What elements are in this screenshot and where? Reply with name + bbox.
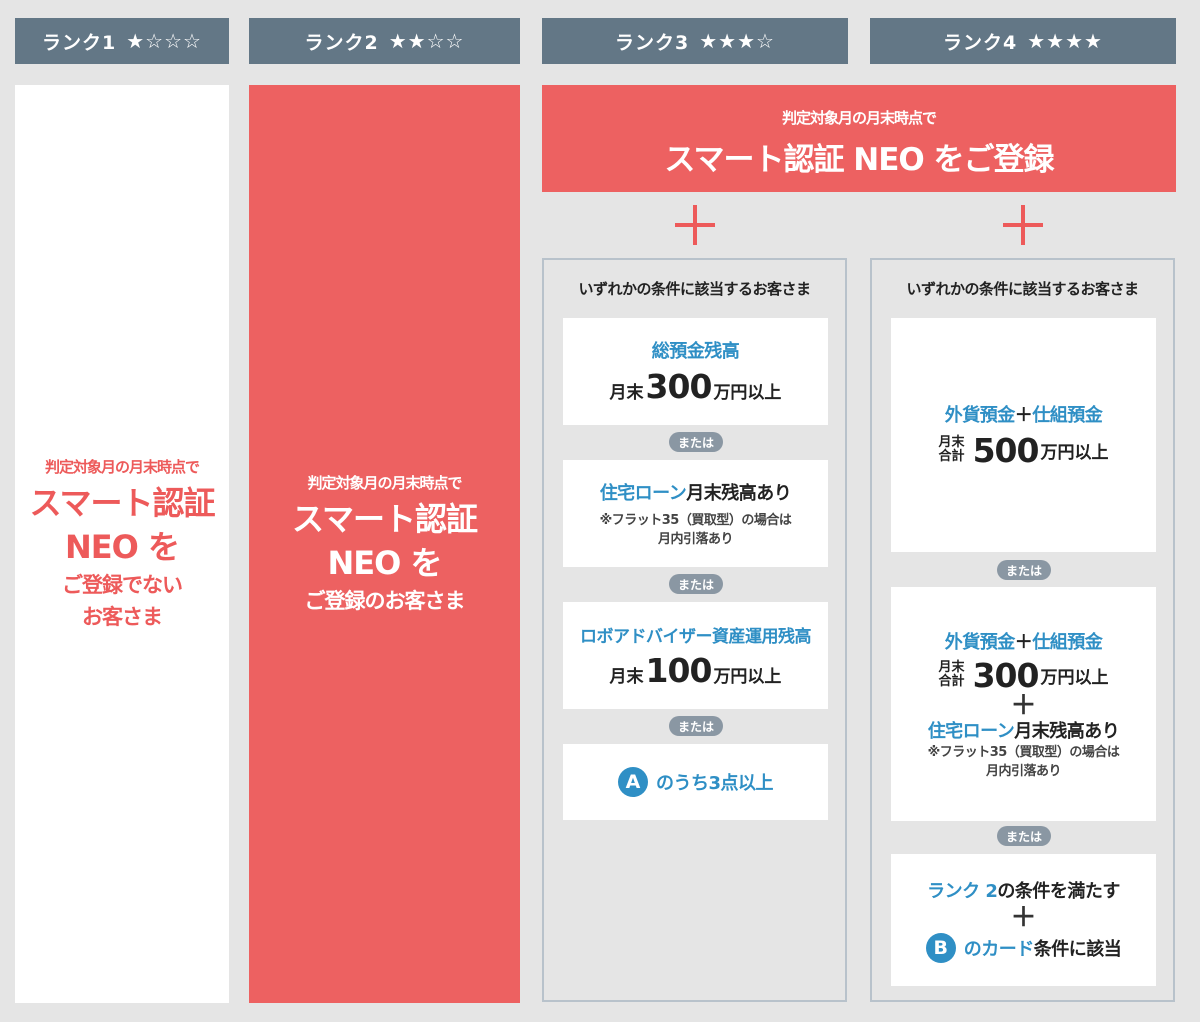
rank3-panel-title: いずれかの条件に該当するお客さま	[578, 280, 811, 298]
structured-deposit: 仕組預金	[1032, 631, 1103, 653]
rank1-condition-date: 判定対象月の月末時点で	[44, 457, 200, 476]
tab-rank2: ランク2 ★★☆☆	[249, 18, 520, 64]
foreign-deposit: 外貨預金	[944, 631, 1016, 653]
plus-sign: ＋	[1010, 690, 1037, 721]
rank3-card-roboadvisor: ロボアドバイザー資産運用残高 月末 100 万円以上	[563, 602, 828, 709]
total-label: 合計	[938, 449, 965, 464]
registration-banner: 判定対象月の月末時点で スマート認証 NEO をご登録	[542, 85, 1176, 192]
flat35-note: ※フラット35（買取型）の場合は	[927, 744, 1120, 760]
total-label: 合計	[938, 674, 965, 689]
rank2-registered: ご登録のお客さま	[304, 588, 466, 613]
rank2-condition-date: 判定対象月の月末時点で	[307, 473, 462, 492]
rank4-label: ランク4	[943, 31, 1018, 54]
or-badge: または	[669, 574, 723, 594]
plus-sign: ＋	[1010, 903, 1037, 933]
month-end-label: 月末	[609, 666, 644, 687]
structured-deposit: 仕組預金	[1032, 404, 1103, 426]
banner-title: スマート認証 NEO をご登録	[664, 142, 1054, 178]
amount-unit: 万円以上	[713, 666, 782, 687]
foreign-amount: 300	[972, 655, 1040, 695]
rank1-customer: お客さま	[82, 604, 163, 629]
deposit-title: 総預金残高	[651, 341, 740, 362]
rank3-label: ランク3	[615, 31, 690, 54]
rank2-column: 判定対象月の月末時点で スマート認証 NEO を ご登録のお客さま	[249, 85, 520, 1003]
or-badge: または	[669, 432, 723, 452]
amount-unit: 万円以上	[1040, 667, 1109, 688]
rank4-panel-title: いずれかの条件に該当するお客さま	[906, 280, 1139, 298]
a-three-points: のうち3点以上	[655, 773, 774, 794]
roboadvisor-amount: 100	[645, 650, 713, 690]
month-end-label: 月末	[609, 383, 644, 403]
rank2-label: ランク2	[304, 31, 379, 54]
foreign-deposit: 外貨預金	[944, 404, 1016, 426]
rank2-neo: NEO を	[327, 543, 443, 582]
rank4-card-rank2-card: ランク 2の条件を満たす ＋ B のカード条件に該当	[891, 854, 1156, 986]
mortgage-status: 月末残高あり	[686, 482, 792, 504]
month-end-label: 月末	[938, 660, 965, 675]
rank1-smart-auth: スマート認証	[29, 483, 215, 522]
or-badge: または	[669, 716, 723, 736]
rank4-panel: いずれかの条件に該当するお客さま 外貨預金＋仕組預金 月末 合計 500 万円以上…	[870, 258, 1175, 1002]
rank1-stars: ★☆☆☆	[126, 29, 202, 53]
amount-unit: 万円以上	[713, 383, 782, 403]
month-end-label: 月末	[938, 435, 965, 450]
rank1-label: ランク1	[42, 31, 117, 54]
rank4-card-foreign-300: 外貨預金＋仕組預金 月末 合計 300 万円以上 ＋ 住宅ローン月末残高あり ※フ…	[891, 587, 1156, 821]
amount-unit: 万円以上	[1040, 442, 1109, 463]
tab-rank4: ランク4 ★★★★	[870, 18, 1176, 64]
rank2-smart-auth: スマート認証	[291, 499, 478, 538]
deposit-amount: 300	[645, 367, 713, 406]
rank1-not-registered: ご登録でない	[62, 572, 183, 597]
mortgage-label: 住宅ローン	[599, 482, 687, 504]
foreign-amount: 500	[972, 430, 1040, 470]
flat35-note: ※フラット35（買取型）の場合は	[599, 512, 792, 528]
rank3-card-a: A のうち3点以上	[563, 744, 828, 820]
rank2-ref: ランク 2	[927, 881, 998, 902]
plus-icon	[675, 205, 715, 245]
mortgage-label: 住宅ローン	[927, 720, 1015, 742]
rank1-neo: NEO を	[65, 527, 180, 566]
mortgage-status: 月末残高あり	[1014, 720, 1120, 742]
rank3-stars: ★★★☆	[699, 29, 775, 53]
tab-rank1: ランク1 ★☆☆☆	[15, 18, 229, 64]
card-condition: 条件に該当	[1033, 939, 1122, 960]
rank2-condition: の条件を満たす	[997, 881, 1120, 902]
badge-b-icon: B	[925, 933, 956, 963]
or-badge: または	[997, 826, 1051, 846]
rank2-stars: ★★☆☆	[388, 29, 465, 53]
rank4-stars: ★★★★	[1027, 29, 1103, 53]
plus-sign: ＋	[1014, 404, 1033, 426]
rank3-card-deposit: 総預金残高 月末 300 万円以上	[563, 318, 828, 425]
rank1-column: 判定対象月の月末時点で スマート認証 NEO を ご登録でない お客さま	[15, 85, 229, 1003]
roboadvisor-title: ロボアドバイザー資産運用残高	[580, 626, 812, 647]
plus-sign: ＋	[1014, 631, 1033, 653]
flat35-note-2: 月内引落あり	[985, 763, 1062, 779]
badge-a-icon: A	[617, 767, 648, 797]
flat35-note-2: 月内引落あり	[657, 531, 734, 547]
rank3-card-mortgage: 住宅ローン月末残高あり ※フラット35（買取型）の場合は 月内引落あり	[563, 460, 828, 567]
tab-rank3: ランク3 ★★★☆	[542, 18, 848, 64]
rank4-card-foreign-500: 外貨預金＋仕組預金 月末 合計 500 万円以上	[891, 318, 1156, 552]
plus-icon	[1003, 205, 1043, 245]
banner-date: 判定対象月の月末時点で	[781, 109, 937, 127]
or-badge: または	[997, 560, 1051, 580]
card-label: のカード	[963, 939, 1035, 960]
rank3-panel: いずれかの条件に該当するお客さま 総預金残高 月末 300 万円以上 または 住…	[542, 258, 847, 1002]
